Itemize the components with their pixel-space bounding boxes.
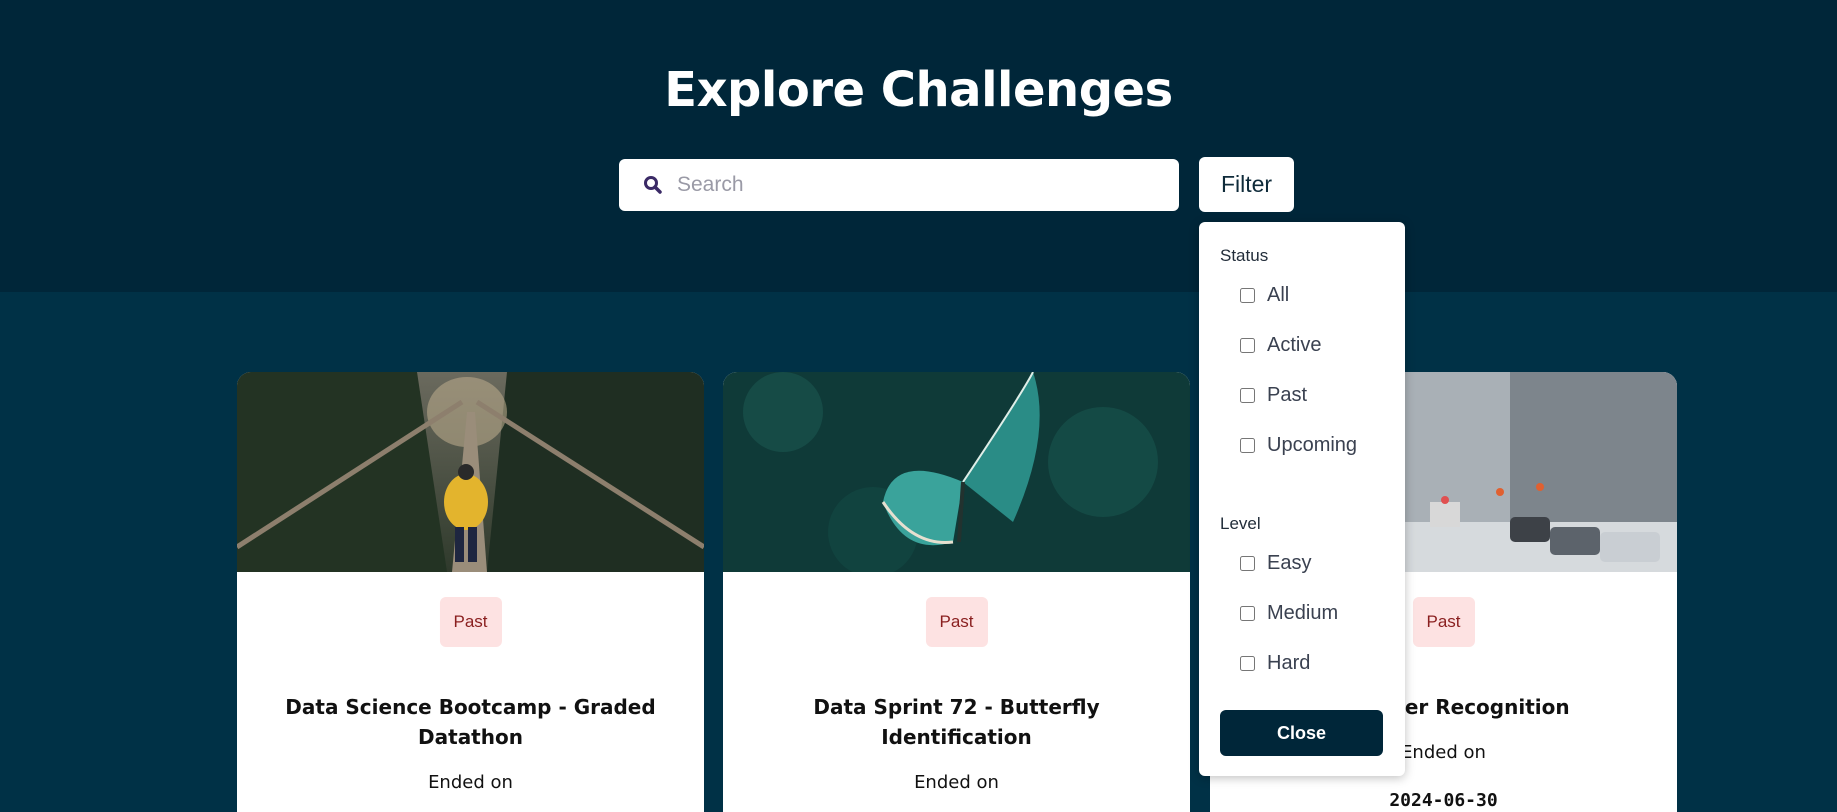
status-option-past[interactable]: Past [1240, 384, 1307, 407]
level-option-medium[interactable]: Medium [1240, 602, 1338, 625]
status-option-active[interactable]: Active [1240, 334, 1321, 357]
option-label: All [1267, 284, 1290, 306]
search-icon [643, 174, 665, 196]
card-title[interactable]: Data Science Bootcamp - Graded Datathon [267, 692, 674, 752]
card-image [237, 372, 704, 572]
status-badge: Past [925, 597, 988, 647]
card-image [723, 372, 1190, 572]
level-option-hard[interactable]: Hard [1240, 652, 1310, 675]
option-label: Upcoming [1267, 434, 1358, 456]
level-option-easy[interactable]: Easy [1240, 552, 1311, 575]
status-upcoming-checkbox[interactable] [1240, 438, 1255, 453]
option-label: Past [1267, 384, 1308, 406]
status-section-label: Status [1220, 246, 1269, 265]
card-ended-label: Ended on [914, 772, 999, 793]
card-ended-label: Ended on [428, 772, 513, 793]
challenge-card[interactable]: Past Data Science Bootcamp - Graded Data… [237, 372, 704, 812]
filter-button[interactable]: Filter [1199, 157, 1294, 212]
option-label: Hard [1267, 652, 1311, 674]
page-title: Explore Challenges [664, 62, 1173, 118]
level-medium-checkbox[interactable] [1240, 606, 1255, 621]
option-label: Easy [1267, 552, 1312, 574]
status-option-upcoming[interactable]: Upcoming [1240, 434, 1357, 457]
challenge-card[interactable]: Past Data Sprint 72 - Butterfly Identifi… [723, 372, 1190, 812]
level-section-label: Level [1220, 514, 1261, 533]
close-button[interactable]: Close [1220, 710, 1383, 756]
status-badge: Past [1412, 597, 1475, 647]
search-box[interactable] [619, 159, 1179, 211]
status-active-checkbox[interactable] [1240, 338, 1255, 353]
status-badge: Past [439, 597, 502, 647]
status-option-all[interactable]: All [1240, 284, 1289, 307]
option-label: Medium [1267, 602, 1339, 624]
status-past-checkbox[interactable] [1240, 388, 1255, 403]
status-all-checkbox[interactable] [1240, 288, 1255, 303]
filter-dropdown: Status All Active Past Upcoming Level Ea… [1199, 222, 1405, 776]
hero-banner: Explore Challenges Filter [0, 0, 1837, 292]
level-easy-checkbox[interactable] [1240, 556, 1255, 571]
card-title[interactable]: Data Sprint 72 - Butterfly Identificatio… [753, 692, 1160, 752]
search-input[interactable] [677, 173, 1117, 197]
level-hard-checkbox[interactable] [1240, 656, 1255, 671]
card-end-date: 2024-06-30 [1389, 790, 1498, 811]
option-label: Active [1267, 334, 1322, 356]
